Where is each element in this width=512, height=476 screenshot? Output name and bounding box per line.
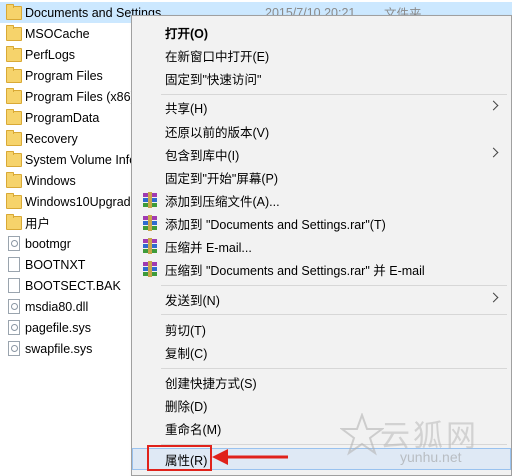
folder-icon	[6, 109, 22, 125]
menu-item-label: 添加到 "Documents and Settings.rar"(T)	[165, 217, 386, 232]
menu-item-compress-email[interactable]: 压缩并 E-mail...	[132, 235, 511, 257]
winrar-icon	[142, 215, 158, 231]
menu-item-pin-start[interactable]: 固定到"开始"屏幕(P)	[132, 166, 511, 188]
winrar-icon	[142, 261, 158, 277]
menu-item-label: 创建快捷方式(S)	[165, 376, 257, 391]
file-name: 用户	[25, 217, 51, 231]
file-name: PerfLogs	[25, 47, 76, 62]
folder-icon	[6, 4, 22, 20]
menu-item-label: 共享(H)	[165, 101, 208, 116]
menu-separator	[161, 314, 507, 315]
folder-icon	[6, 214, 22, 230]
system-file-icon	[8, 236, 20, 251]
file-name: Windows	[25, 173, 76, 188]
folder-icon	[6, 25, 22, 41]
menu-item-open-new-window[interactable]: 在新窗口中打开(E)	[132, 44, 511, 66]
system-file-icon	[8, 299, 20, 314]
menu-item-add-to-archive[interactable]: 添加到压缩文件(A)...	[132, 189, 511, 211]
chevron-right-icon	[488, 100, 499, 111]
menu-item-pin-quick-access[interactable]: 固定到"快速访问"	[132, 67, 511, 89]
file-name: Windows10Upgrade	[25, 194, 138, 209]
file-name: BOOTSECT.BAK	[25, 278, 121, 293]
menu-item-cut[interactable]: 剪切(T)	[132, 318, 511, 340]
annotation-highlight-box	[147, 445, 212, 471]
file-name: swapfile.sys	[25, 341, 93, 356]
folder-icon	[6, 193, 22, 209]
folder-icon	[6, 88, 22, 104]
system-file-icon	[8, 320, 20, 335]
folder-icon	[6, 67, 22, 83]
file-name: MSOCache	[25, 26, 90, 41]
menu-item-compress-rar-email[interactable]: 压缩到 "Documents and Settings.rar" 并 E-mai…	[132, 258, 511, 280]
menu-item-include-in-library[interactable]: 包含到库中(I)	[132, 143, 511, 165]
menu-item-copy[interactable]: 复制(C)	[132, 341, 511, 363]
menu-item-label: 包含到库中(I)	[165, 148, 240, 163]
menu-item-label: 固定到"开始"屏幕(P)	[165, 171, 279, 186]
chevron-right-icon	[488, 147, 499, 158]
menu-item-share[interactable]: 共享(H)	[132, 96, 511, 118]
menu-item-label: 添加到压缩文件(A)...	[165, 194, 280, 209]
watermark: 云狐网 yunhu.net	[340, 405, 510, 471]
folder-icon	[6, 172, 22, 188]
file-name: BOOTNXT	[25, 257, 86, 272]
file-name: msdia80.dll	[25, 299, 89, 314]
menu-item-label: 发送到(N)	[165, 293, 220, 308]
menu-item-label: 还原以前的版本(V)	[165, 125, 270, 140]
folder-icon	[6, 151, 22, 167]
chevron-right-icon	[488, 292, 499, 303]
file-name: pagefile.sys	[25, 320, 92, 335]
winrar-icon	[142, 238, 158, 254]
menu-item-label: 复制(C)	[165, 346, 208, 361]
menu-item-label: 打开(O)	[165, 26, 209, 41]
file-icon	[8, 257, 20, 272]
folder-icon	[6, 130, 22, 146]
menu-item-send-to[interactable]: 发送到(N)	[132, 288, 511, 310]
menu-separator	[161, 94, 507, 95]
menu-item-add-to-rar[interactable]: 添加到 "Documents and Settings.rar"(T)	[132, 212, 511, 234]
file-name: Program Files (x86)	[25, 89, 135, 104]
winrar-icon	[142, 192, 158, 208]
menu-item-label: 固定到"快速访问"	[165, 72, 262, 87]
menu-item-create-shortcut[interactable]: 创建快捷方式(S)	[132, 371, 511, 393]
folder-icon	[6, 46, 22, 62]
menu-item-label: 删除(D)	[165, 399, 208, 414]
file-icon	[8, 278, 20, 293]
annotation-arrow-icon	[212, 449, 288, 465]
watermark-url: yunhu.net	[400, 449, 462, 465]
file-name: ProgramData	[25, 110, 100, 125]
menu-item-restore-versions[interactable]: 还原以前的版本(V)	[132, 120, 511, 142]
menu-item-label: 剪切(T)	[165, 323, 206, 338]
file-name: bootmgr	[25, 236, 71, 251]
menu-item-open[interactable]: 打开(O)	[132, 21, 511, 43]
menu-item-label: 在新窗口中打开(E)	[165, 49, 270, 64]
menu-item-label: 压缩并 E-mail...	[165, 240, 252, 255]
menu-separator	[161, 368, 507, 369]
watermark-star-icon	[340, 413, 384, 456]
file-name: Program Files	[25, 68, 103, 83]
system-file-icon	[8, 341, 20, 356]
menu-item-label: 压缩到 "Documents and Settings.rar" 并 E-mai…	[165, 263, 425, 278]
menu-item-label: 重命名(M)	[165, 422, 222, 437]
file-name: Recovery	[25, 131, 78, 146]
menu-separator	[161, 285, 507, 286]
